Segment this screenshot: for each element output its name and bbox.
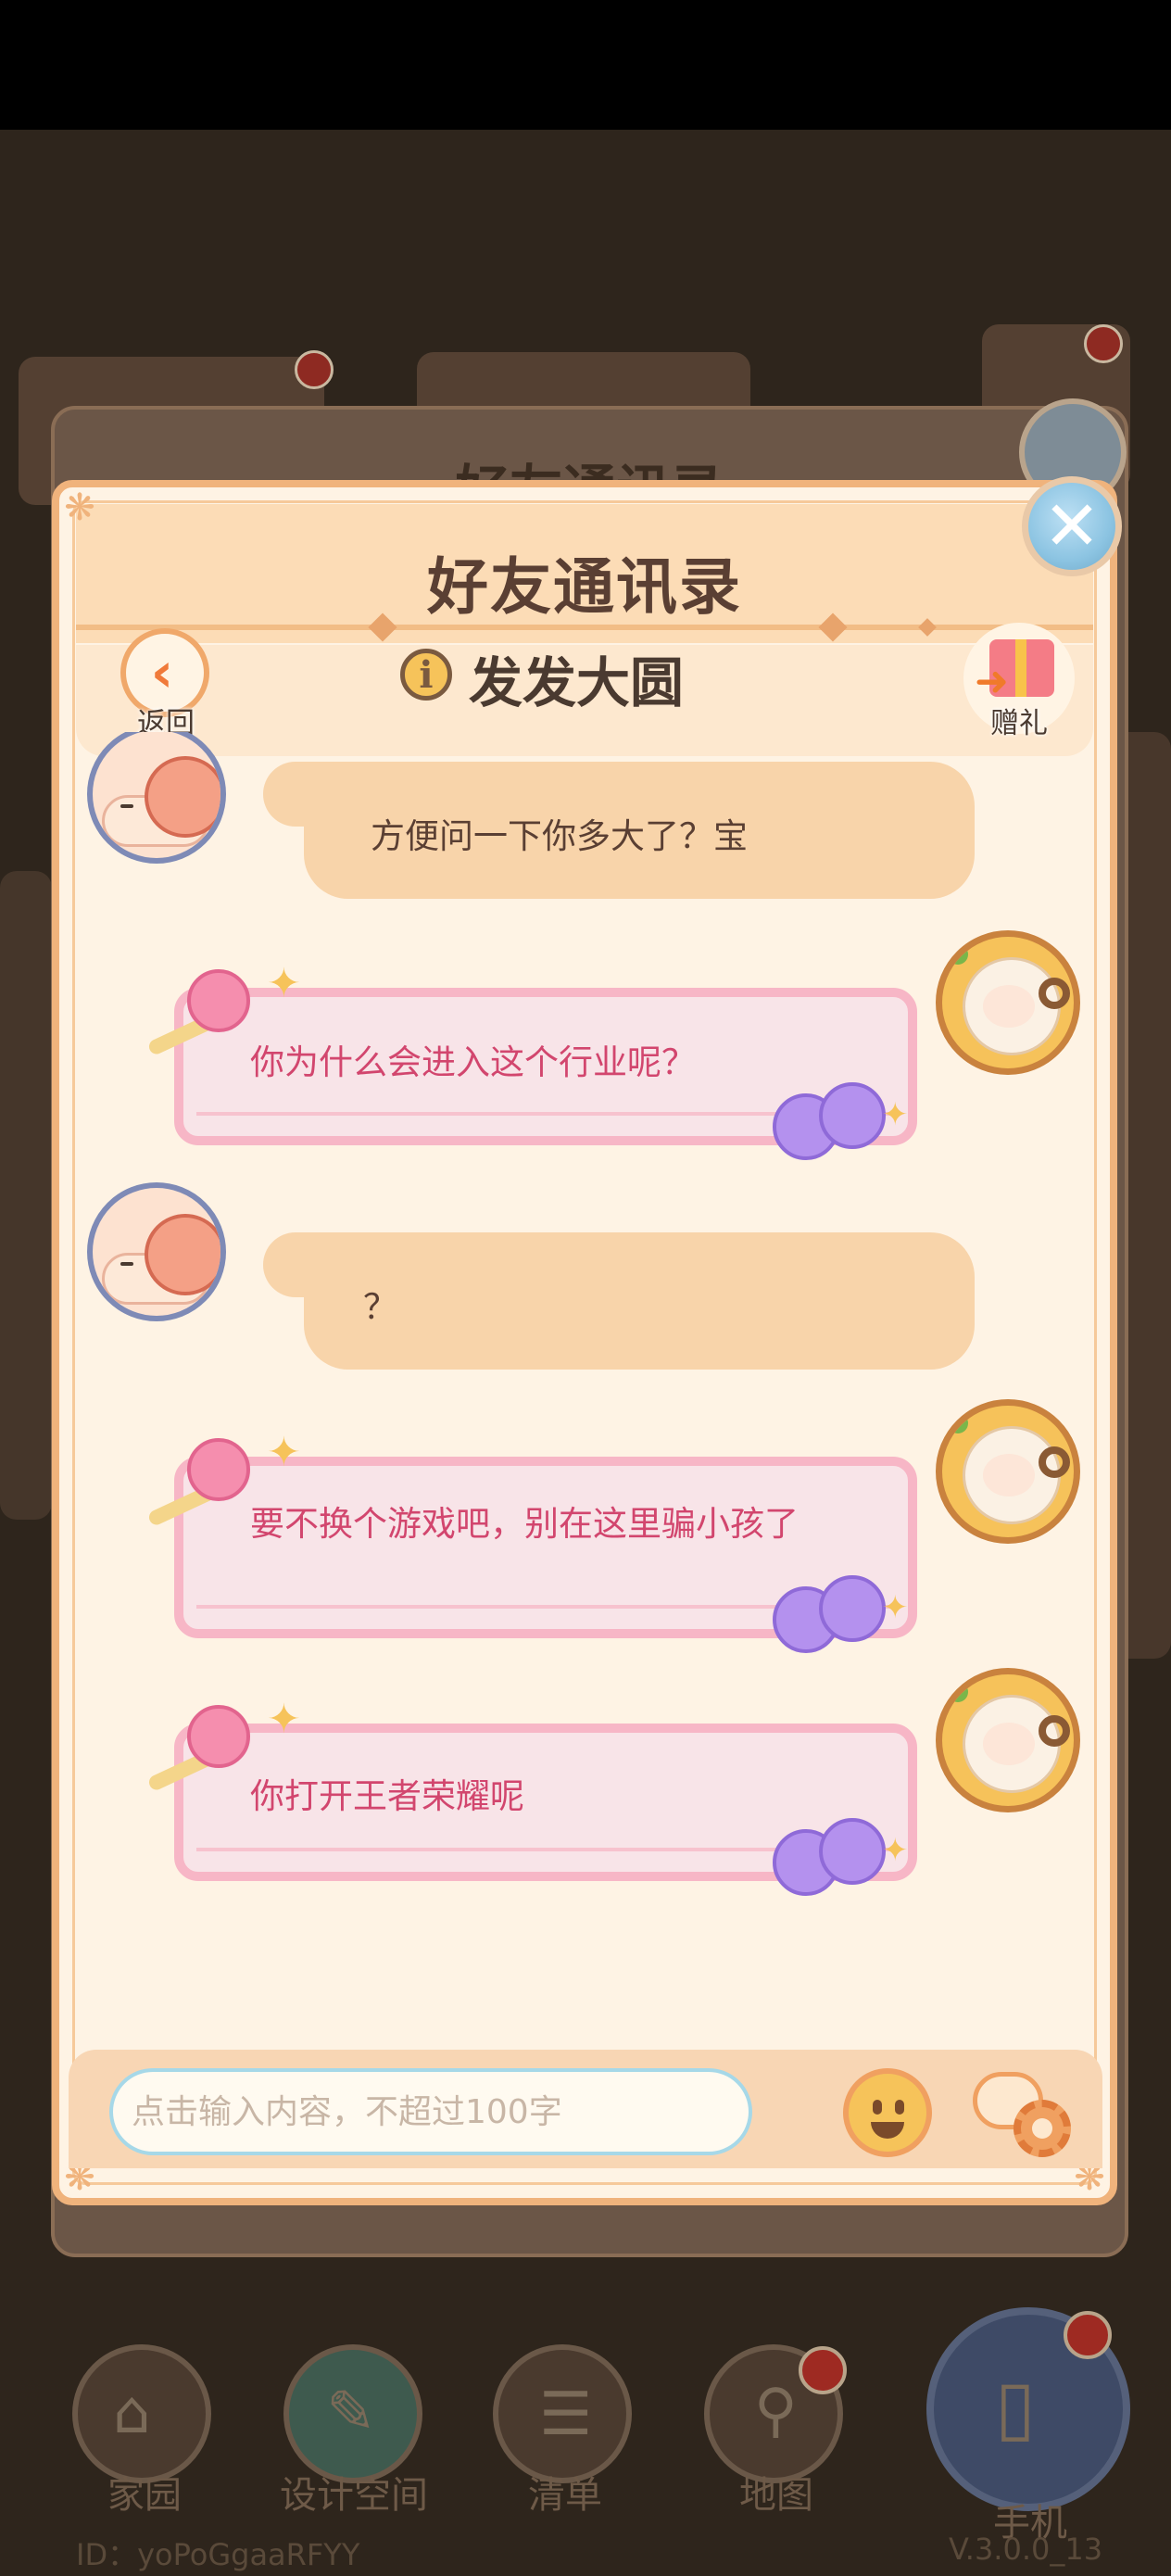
nav-list-button: ☰	[493, 2344, 632, 2483]
nav-home-label: 家园	[107, 2474, 182, 2517]
close-button[interactable]: ✕	[1022, 476, 1122, 576]
chat-settings-button[interactable]	[973, 2072, 1084, 2161]
pink-flower-icon	[187, 1705, 250, 1768]
friend-avatar[interactable]	[87, 732, 226, 864]
dialog-title-area: 好友通讯录	[76, 504, 1093, 643]
version-label: V.3.0.0_13	[949, 2532, 1103, 2567]
purple-flower-icon	[819, 1082, 886, 1149]
corner-ornament: ❋	[64, 486, 95, 529]
friend-message-text: ？	[363, 1287, 397, 1327]
friend-name: 发发大圆	[469, 651, 685, 714]
emoji-button[interactable]	[843, 2068, 932, 2157]
smiley-icon	[871, 2122, 904, 2139]
notification-dot	[799, 2346, 847, 2394]
snail-eye-icon	[120, 1262, 133, 1266]
sparkle-icon: ✦	[882, 1096, 909, 1133]
sparkle-icon: ✦	[882, 1832, 909, 1869]
friend-message-text: 方便问一下你多大了？宝	[371, 816, 748, 856]
sparkle-icon: ✦	[882, 1589, 909, 1626]
my-message-text: 你为什么会进入这个行业呢？	[250, 1042, 696, 1082]
sparkle-icon: ✦	[267, 960, 301, 1007]
map-pin-icon: ⚲	[754, 2377, 798, 2445]
sheep-face-icon	[983, 985, 1035, 1028]
my-avatar[interactable]	[936, 1668, 1080, 1812]
sheep-horn-icon	[1039, 1715, 1070, 1747]
sheep-horn-icon	[1039, 978, 1070, 1009]
pink-flower-icon	[187, 969, 250, 1032]
leaf-icon	[948, 944, 968, 965]
nav-design-label: 设计空间	[280, 2474, 428, 2517]
list-icon: ☰	[539, 2380, 593, 2449]
player-id: ID：yoPoGgaaRFYY	[76, 2537, 360, 2572]
snail-shell-icon	[145, 756, 220, 838]
info-icon[interactable]: i	[400, 649, 452, 701]
title-divider	[76, 625, 1093, 630]
sparkle-icon: ✦	[267, 1696, 301, 1743]
snail-shell-icon	[145, 1214, 220, 1295]
nav-design-button: ✎	[283, 2344, 422, 2483]
leaf-icon	[948, 1413, 968, 1433]
status-bar	[0, 0, 1171, 130]
notification-dot	[1064, 2311, 1112, 2359]
my-avatar[interactable]	[936, 930, 1080, 1075]
leaf-icon	[948, 1682, 968, 1702]
phone-icon: ▯	[995, 2364, 1037, 2450]
sheep-face-icon	[983, 1723, 1035, 1765]
sparkle-icon: ✦	[267, 1429, 301, 1476]
message-input[interactable]	[109, 2068, 752, 2155]
emoji-eye-icon	[895, 2100, 904, 2115]
sheep-face-icon	[983, 1454, 1035, 1496]
nav-list-label: 清单	[528, 2474, 602, 2517]
nav-map-label: 地图	[739, 2474, 813, 2517]
nav-home-button: ⌂	[72, 2344, 211, 2483]
my-avatar[interactable]	[936, 1399, 1080, 1544]
my-message-text: 要不换个游戏吧，别在这里骗小孩了	[250, 1504, 799, 1544]
pink-flower-icon	[187, 1438, 250, 1501]
friend-avatar[interactable]	[87, 1182, 226, 1321]
purple-flower-icon	[819, 1575, 886, 1642]
arrow-right-icon: ➜	[975, 658, 1009, 705]
notification-dot	[1084, 324, 1123, 363]
house-icon: ⌂	[113, 2379, 151, 2447]
background-sidebar	[0, 871, 52, 1520]
gear-icon	[1014, 2100, 1071, 2157]
sheep-horn-icon	[1039, 1446, 1070, 1478]
friend-message-bubble	[304, 1232, 975, 1370]
design-icon: ✎	[326, 2379, 376, 2447]
notification-dot	[295, 350, 334, 389]
chat-message-list[interactable]: 方便问一下你多大了？宝 ✦ ✦ 你为什么会进入这个行业呢？ ？ ✦ ✦ 要不换个…	[69, 732, 1102, 2048]
dialog-title: 好友通讯录	[427, 551, 742, 623]
my-message-text: 你打开王者荣耀呢	[250, 1776, 524, 1816]
close-icon: ✕	[1042, 486, 1101, 566]
emoji-eye-icon	[873, 2100, 882, 2115]
purple-flower-icon	[819, 1818, 886, 1885]
snail-eye-icon	[120, 804, 133, 808]
chevron-left-icon: ‹	[150, 640, 174, 705]
